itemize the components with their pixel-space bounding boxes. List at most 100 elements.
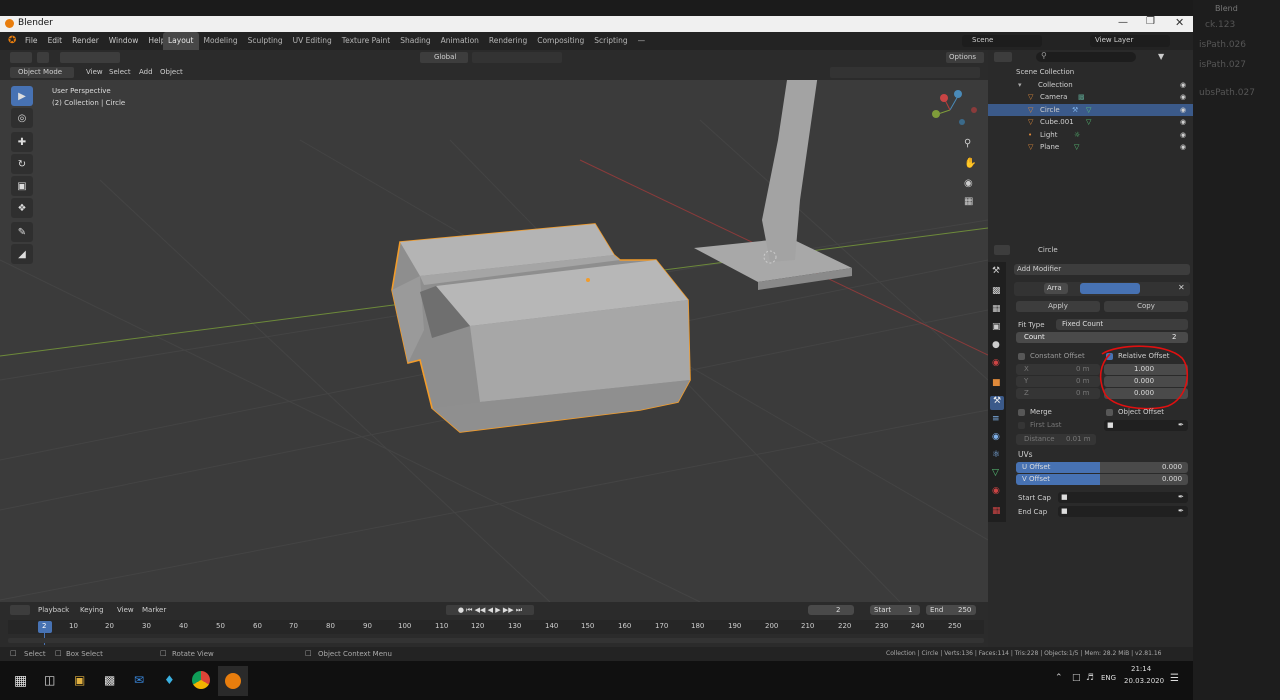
- u-offset-field[interactable]: U Offset 0.000: [1016, 462, 1188, 473]
- constant-x-field[interactable]: X 0 m: [1016, 364, 1100, 375]
- add-modifier-dropdown[interactable]: Add Modifier: [1014, 264, 1190, 275]
- constraints-tab-icon[interactable]: ⚛: [992, 450, 1000, 460]
- tab-scripting[interactable]: Scripting: [589, 32, 632, 50]
- physics-tab-icon[interactable]: ◉: [992, 432, 1000, 442]
- outliner-row-circle[interactable]: ▽ Circle ⚒ ▽ ◉: [988, 103, 1193, 116]
- network-icon[interactable]: □: [1072, 673, 1081, 683]
- add-workspace-button[interactable]: —: [633, 32, 651, 50]
- object-offset-picker[interactable]: ■ ✒: [1104, 420, 1188, 431]
- ortho-grid-icon[interactable]: ▦: [964, 196, 973, 207]
- navigation-gizmo[interactable]: [932, 90, 977, 125]
- timeline-scrollbar[interactable]: [8, 638, 984, 643]
- modifier-tab-wrench-icon[interactable]: ⚒: [990, 396, 1004, 410]
- editor-type-button[interactable]: [10, 52, 32, 63]
- constant-z-field[interactable]: Z 0 m: [1016, 388, 1100, 399]
- tab-shading[interactable]: Shading: [395, 32, 435, 50]
- constant-y-field[interactable]: Y 0 m: [1016, 376, 1100, 387]
- first-last-checkbox[interactable]: [1018, 422, 1025, 429]
- filter-icon[interactable]: ▼: [1158, 52, 1164, 61]
- particles-tab-icon[interactable]: ≡: [992, 414, 1000, 424]
- object-offset-checkbox[interactable]: [1106, 409, 1113, 416]
- texture-tab-icon[interactable]: ▦: [992, 506, 1001, 516]
- modifier-name-field[interactable]: Arra: [1044, 283, 1068, 294]
- object-tab-icon[interactable]: ■: [992, 378, 1001, 388]
- notifications-icon[interactable]: ☰: [1170, 673, 1179, 684]
- volume-icon[interactable]: ♬: [1086, 673, 1094, 683]
- camera-view-icon[interactable]: ◉: [964, 178, 973, 189]
- transform-tool[interactable]: ❖: [11, 198, 33, 218]
- timeline-editor-type[interactable]: [10, 605, 30, 615]
- world-tab-icon[interactable]: ◉: [992, 358, 1000, 368]
- timeline-menu-keying[interactable]: Keying: [80, 606, 104, 614]
- visibility-eye-icon[interactable]: ◉: [1180, 141, 1186, 154]
- tab-layout[interactable]: Layout: [163, 32, 199, 50]
- timeline-menu-marker[interactable]: Marker: [142, 606, 166, 614]
- select-box-tool[interactable]: ▶: [11, 86, 33, 106]
- outliner-row-scene-collection[interactable]: Scene Collection: [988, 66, 1193, 79]
- options-button[interactable]: Options: [946, 52, 984, 63]
- playback-controls[interactable]: ● ⏮ ◀◀ ◀ ▶ ▶▶ ⏭: [446, 605, 534, 615]
- viewport-menu-view[interactable]: View: [86, 68, 103, 76]
- move-tool[interactable]: ✚: [11, 132, 33, 152]
- view-layer-selector[interactable]: View Layer: [1090, 35, 1170, 47]
- tray-arrow-icon[interactable]: ⌃: [1055, 673, 1063, 683]
- windows-start-icon[interactable]: ▦: [14, 673, 27, 689]
- outliner-row-plane[interactable]: ▽ Plane ▽ ◉: [988, 141, 1193, 154]
- tab-texture-paint[interactable]: Texture Paint: [337, 32, 395, 50]
- menu-window[interactable]: Window: [104, 32, 144, 50]
- menu-render[interactable]: Render: [67, 32, 104, 50]
- annotate-tool[interactable]: ✎: [11, 222, 33, 242]
- fit-type-dropdown[interactable]: Fixed Count: [1056, 319, 1188, 330]
- task-view-icon[interactable]: ◫: [44, 673, 55, 687]
- timeline-menu-view[interactable]: View: [117, 606, 134, 614]
- visibility-eye-icon[interactable]: ◉: [1180, 129, 1186, 142]
- app-icon[interactable]: ♦: [164, 673, 175, 687]
- scene-tab-icon[interactable]: ●: [992, 340, 1000, 350]
- outliner-row-camera[interactable]: ▽ Camera ▩ ◉: [988, 91, 1193, 104]
- render-tab-icon[interactable]: ▩: [992, 286, 1001, 296]
- pan-hand-icon[interactable]: ✋: [964, 158, 976, 169]
- merge-checkbox[interactable]: [1018, 409, 1025, 416]
- pillar-object[interactable]: [762, 80, 820, 262]
- outliner-search-input[interactable]: ⚲: [1036, 51, 1136, 62]
- visibility-eye-icon[interactable]: ◉: [1180, 116, 1186, 129]
- end-frame-field[interactable]: End 250: [926, 605, 976, 615]
- outliner-row-light[interactable]: • Light ☼ ◉: [988, 129, 1193, 142]
- cursor-tool[interactable]: ◎: [11, 108, 33, 128]
- outliner-editor-type[interactable]: [994, 52, 1012, 62]
- clock-time[interactable]: 21:14: [1131, 665, 1151, 673]
- zoom-icon[interactable]: ⚲: [964, 138, 971, 149]
- modifier-remove-icon[interactable]: ✕: [1178, 283, 1185, 292]
- scene-selector[interactable]: Scene: [962, 35, 1042, 47]
- tab-modeling[interactable]: Modeling: [199, 32, 243, 50]
- eyedropper-icon[interactable]: ✒: [1178, 420, 1184, 431]
- tab-rendering[interactable]: Rendering: [484, 32, 532, 50]
- timeline-ruler[interactable]: 2 10 20 30 40 50 60 70 80 90 100 110 120…: [8, 620, 984, 645]
- viewport-menu-select[interactable]: Select: [109, 68, 131, 76]
- modifier-visibility-toggles[interactable]: [1080, 283, 1140, 294]
- chrome-icon[interactable]: [192, 671, 210, 689]
- tab-uv-editing[interactable]: UV Editing: [288, 32, 337, 50]
- mode-selector[interactable]: Object Mode: [10, 67, 74, 78]
- circle-array-object[interactable]: [391, 223, 691, 433]
- array-modifier-header[interactable]: Arra ✕: [1014, 282, 1190, 296]
- tab-sculpting[interactable]: Sculpting: [243, 32, 288, 50]
- tab-compositing[interactable]: Compositing: [532, 32, 589, 50]
- minimize-icon[interactable]: —: [1118, 17, 1128, 28]
- tab-animation[interactable]: Animation: [436, 32, 484, 50]
- v-offset-field[interactable]: V Offset 0.000: [1016, 474, 1188, 485]
- apply-button[interactable]: Apply: [1016, 301, 1100, 312]
- visibility-eye-icon[interactable]: ◉: [1180, 79, 1186, 92]
- mail-icon[interactable]: ✉: [134, 673, 144, 687]
- outliner-row-collection[interactable]: ▾ Collection ◉: [988, 79, 1193, 92]
- current-frame-field[interactable]: 2: [808, 605, 854, 615]
- outliner-row-cube[interactable]: ▽ Cube.001 ▽ ◉: [988, 116, 1193, 129]
- properties-editor-type[interactable]: [994, 245, 1010, 255]
- material-tab-icon[interactable]: ◉: [992, 486, 1000, 496]
- start-frame-field[interactable]: Start 1: [870, 605, 920, 615]
- close-icon[interactable]: ✕: [1175, 16, 1184, 29]
- scale-tool[interactable]: ▣: [11, 176, 33, 196]
- file-explorer-icon[interactable]: ▣: [74, 673, 85, 687]
- snap-proportional-buttons[interactable]: [472, 52, 562, 63]
- selection-mode-buttons[interactable]: [60, 52, 120, 63]
